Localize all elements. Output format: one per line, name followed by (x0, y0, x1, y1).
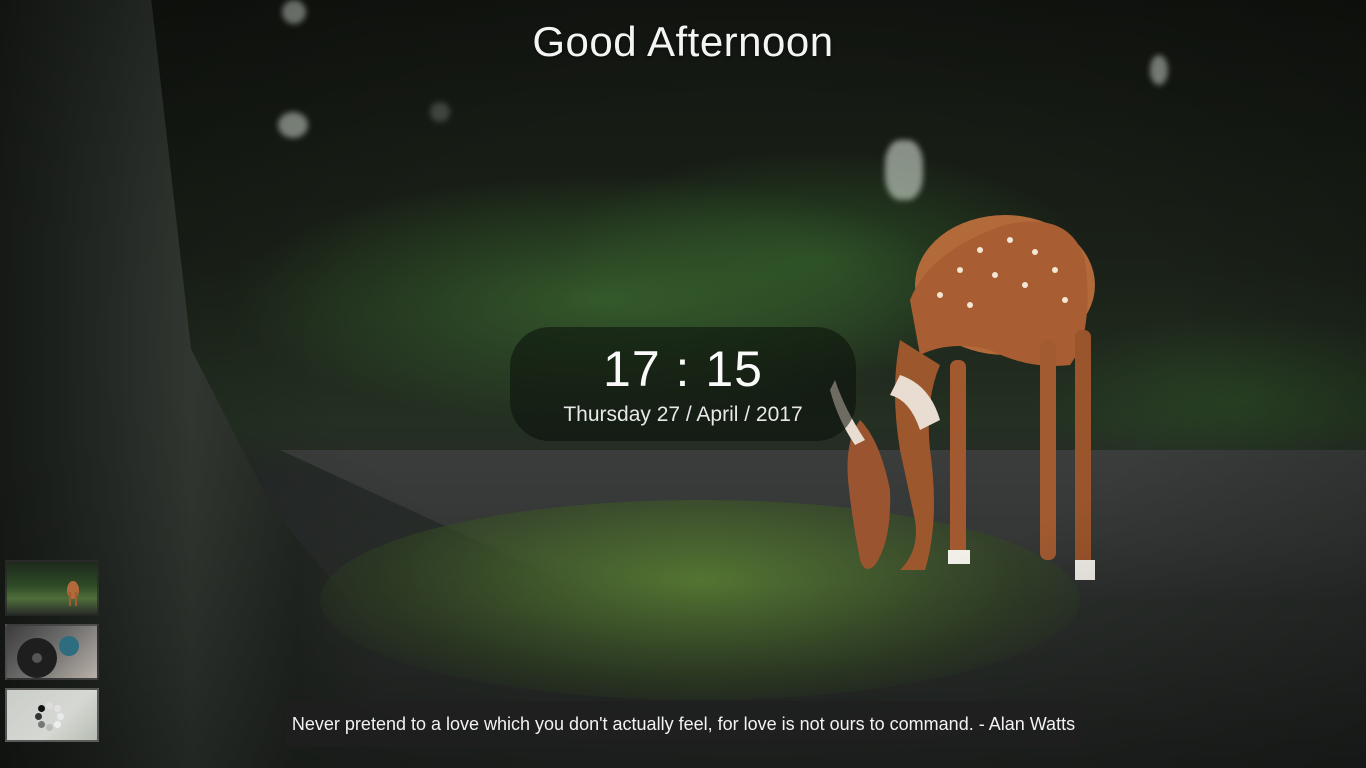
thumbnail-record-player[interactable] (5, 624, 99, 680)
thumbnail-deer[interactable] (5, 560, 99, 616)
thumbnail-loading[interactable] (5, 688, 99, 742)
clock-panel: 17 : 15 Thursday 27 / April / 2017 (510, 327, 856, 441)
wallpaper-thumbnails (5, 560, 99, 750)
loading-spinner-icon (35, 702, 64, 731)
greeting-heading: Good Afternoon (532, 18, 834, 65)
record-player-icon (17, 636, 79, 678)
quote-text: Never pretend to a love which you don't … (291, 713, 1076, 734)
clock-time: 17 : 15 (603, 341, 763, 397)
quote-bar: Never pretend to a love which you don't … (286, 701, 1081, 747)
deer-icon (67, 581, 79, 606)
clock-date: Thursday 27 / April / 2017 (563, 403, 803, 426)
